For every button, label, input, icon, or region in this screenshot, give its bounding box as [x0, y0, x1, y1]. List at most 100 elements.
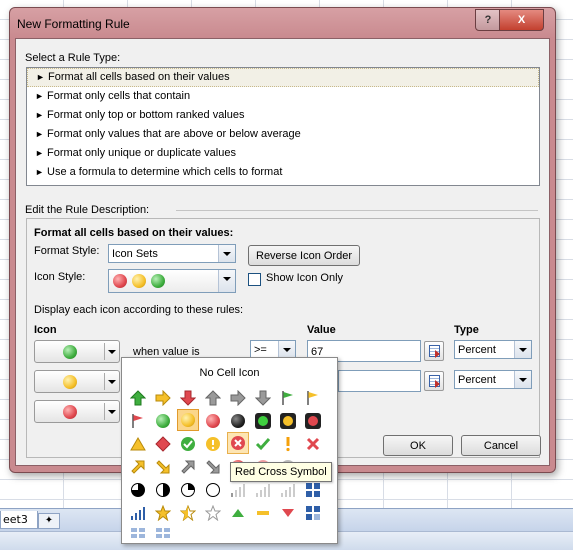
half-circle-icon[interactable] — [152, 479, 174, 501]
gray-down-right-arrow-icon[interactable] — [202, 456, 224, 478]
gold-star-icon[interactable] — [152, 502, 174, 524]
icon-select-button[interactable] — [34, 340, 120, 363]
red-traffic-light-icon[interactable] — [302, 410, 324, 432]
ok-button[interactable]: OK — [383, 435, 453, 456]
gray-down-arrow-icon[interactable] — [252, 387, 274, 409]
yellow-circle-icon — [132, 274, 146, 288]
signal-bars-icon[interactable] — [277, 479, 299, 501]
insert-sheet-icon[interactable]: ✦ — [38, 513, 60, 529]
signal-bars-full-icon[interactable] — [127, 502, 149, 524]
chevron-down-icon[interactable] — [108, 410, 116, 414]
rule-type-item[interactable]: ► Format only values that are above or be… — [27, 125, 539, 144]
rule-type-item[interactable]: ► Use a formula to determine which cells … — [27, 163, 539, 182]
range-select-icon[interactable] — [424, 341, 444, 361]
rule-type-heading: Select a Rule Type: — [25, 52, 121, 64]
green-circle-icon — [63, 345, 77, 359]
show-icon-only-checkbox[interactable] — [248, 273, 261, 286]
icon-select-button[interactable] — [34, 370, 120, 393]
green-circle-icon — [151, 274, 165, 288]
rule-type-item[interactable]: ► Format only cells that contain — [27, 87, 539, 106]
yellow-right-arrow-icon[interactable] — [152, 387, 174, 409]
dialog-title: New Formatting Rule — [17, 17, 130, 31]
yellow-down-right-arrow-icon[interactable] — [152, 456, 174, 478]
reverse-icon-order-button[interactable]: Reverse Icon Order — [248, 245, 360, 266]
yellow-dash-icon[interactable] — [252, 502, 274, 524]
red-down-triangle-icon[interactable] — [277, 502, 299, 524]
green-traffic-light-icon[interactable] — [252, 410, 274, 432]
chevron-down-icon[interactable] — [514, 371, 531, 388]
yellow-circle-icon — [63, 375, 77, 389]
yellow-triangle-icon[interactable] — [127, 433, 149, 455]
triangle-right-icon: ► — [35, 148, 44, 158]
triangle-right-icon: ► — [35, 129, 44, 139]
signal-bars-icon[interactable] — [252, 479, 274, 501]
chevron-down-icon[interactable] — [278, 341, 295, 358]
red-cross-circle-icon[interactable] — [227, 432, 249, 454]
red-flag-icon[interactable] — [127, 410, 149, 432]
icon-style-select[interactable] — [108, 269, 236, 293]
close-button[interactable]: X — [499, 9, 544, 31]
chevron-down-icon[interactable] — [514, 341, 531, 358]
chevron-down-icon[interactable] — [218, 245, 235, 262]
signal-bars-icon[interactable] — [227, 479, 249, 501]
black-circle-icon[interactable] — [227, 410, 249, 432]
gray-right-arrow-icon[interactable] — [227, 387, 249, 409]
grid-boxes-icon[interactable] — [152, 522, 174, 544]
yellow-exclamation-icon[interactable] — [277, 433, 299, 455]
empty-circle-icon[interactable] — [202, 479, 224, 501]
green-check-circle-icon[interactable] — [177, 433, 199, 455]
format-style-select[interactable]: Icon Sets — [108, 244, 236, 263]
rule-type-item[interactable]: ► Format only top or bottom ranked values — [27, 106, 539, 125]
grid-boxes-icon[interactable] — [302, 479, 324, 501]
quarter-circle-icon[interactable] — [127, 479, 149, 501]
green-up-arrow-icon[interactable] — [127, 387, 149, 409]
triangle-right-icon: ► — [35, 91, 44, 101]
green-check-icon[interactable] — [252, 433, 274, 455]
chevron-down-icon[interactable] — [218, 270, 235, 292]
type-select[interactable]: Percent — [454, 340, 532, 359]
icon-picker-popup: No Cell Icon — [121, 357, 338, 544]
grid-boxes-icon[interactable] — [127, 522, 149, 544]
help-button[interactable]: ? — [475, 9, 501, 31]
type-column-header: Type — [454, 324, 479, 336]
chevron-down-icon[interactable] — [108, 350, 116, 354]
show-icon-only-label: Show Icon Only — [266, 272, 344, 284]
divider — [176, 210, 538, 211]
value-column-header: Value — [307, 324, 336, 336]
red-down-arrow-icon[interactable] — [177, 387, 199, 409]
value-input[interactable] — [338, 370, 421, 392]
rules-label: Display each icon according to these rul… — [34, 304, 244, 316]
gray-up-right-arrow-icon[interactable] — [177, 456, 199, 478]
red-cross-icon[interactable] — [302, 433, 324, 455]
sheet-tab[interactable]: eet3 — [0, 511, 38, 529]
three-quarter-circle-icon[interactable] — [177, 479, 199, 501]
chevron-down-icon[interactable] — [108, 380, 116, 384]
yellow-circle-icon[interactable] — [177, 409, 199, 431]
empty-star-icon[interactable] — [202, 502, 224, 524]
red-circle-icon[interactable] — [202, 410, 224, 432]
triangle-right-icon: ► — [35, 110, 44, 120]
rule-type-item[interactable]: ► Format all cells based on their values — [27, 68, 539, 87]
red-diamond-icon[interactable] — [152, 433, 174, 455]
icon-tooltip: Red Cross Symbol — [230, 462, 332, 482]
green-circle-icon[interactable] — [152, 410, 174, 432]
icon-column-header: Icon — [34, 324, 57, 336]
yellow-up-right-arrow-icon[interactable] — [127, 456, 149, 478]
gray-up-arrow-icon[interactable] — [202, 387, 224, 409]
green-flag-icon[interactable] — [277, 387, 299, 409]
cancel-button[interactable]: Cancel — [461, 435, 541, 456]
triangle-right-icon: ► — [35, 167, 44, 177]
no-cell-icon-option[interactable]: No Cell Icon — [122, 367, 337, 379]
yellow-traffic-light-icon[interactable] — [277, 410, 299, 432]
red-circle-icon — [63, 405, 77, 419]
type-select[interactable]: Percent — [454, 370, 532, 389]
rule-type-item[interactable]: ► Format only unique or duplicate values — [27, 144, 539, 163]
green-up-triangle-icon[interactable] — [227, 502, 249, 524]
icon-select-button[interactable] — [34, 400, 120, 423]
half-star-icon[interactable] — [177, 502, 199, 524]
yellow-flag-icon[interactable] — [302, 387, 324, 409]
rule-type-list[interactable]: ► Format all cells based on their values … — [26, 67, 540, 186]
grid-boxes-icon[interactable] — [302, 502, 324, 524]
range-select-icon[interactable] — [424, 371, 444, 391]
yellow-exclamation-circle-icon[interactable] — [202, 433, 224, 455]
